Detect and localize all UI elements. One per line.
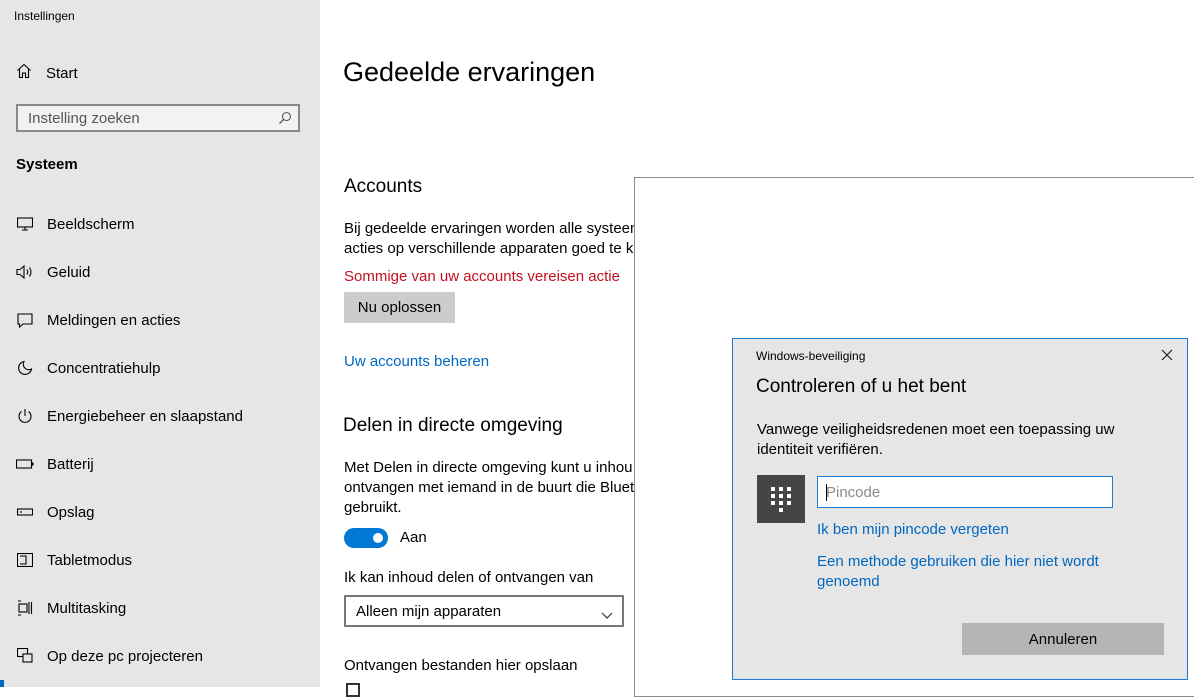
chevron-down-icon (601, 607, 613, 624)
sidebar-item-meldingen[interactable]: Meldingen en acties (0, 296, 320, 344)
accounts-warning: Sommige van uw accounts vereisen actie (344, 268, 620, 285)
multitasking-icon (16, 599, 34, 617)
page-title: Gedeelde ervaringen (343, 57, 596, 87)
sidebar-item-batterij[interactable]: Batterij (0, 440, 320, 488)
battery-icon (16, 455, 34, 473)
search-icon[interactable] (278, 111, 292, 125)
sidebar-item-label: Batterij (47, 455, 94, 473)
other-method-link[interactable]: Een methode gebruiken die hier niet word… (817, 552, 1147, 592)
sidebar-item-opslag[interactable]: Opslag (0, 488, 320, 536)
keypad-icon (757, 475, 805, 523)
sidebar-item-beeldscherm[interactable]: Beeldscherm (0, 200, 320, 248)
close-icon[interactable] (1159, 347, 1175, 363)
text-caret (826, 484, 827, 501)
dialog-caption: Windows-beveiliging (756, 349, 866, 363)
nav-home[interactable]: Start (16, 62, 78, 84)
sidebar-item-projecteren[interactable]: Op deze pc projecteren (0, 632, 320, 680)
fix-now-button[interactable]: Nu oplossen (344, 292, 455, 323)
accounts-description: Bij gedeelde ervaringen worden alle syst… (344, 220, 643, 257)
sidebar-item-label: Beeldscherm (47, 215, 135, 233)
sidebar-item-label: Opslag (47, 503, 95, 521)
moon-icon (16, 359, 34, 377)
speaker-icon (16, 263, 34, 281)
sidebar-item-label: Multitasking (47, 599, 127, 617)
accounts-heading: Accounts (344, 176, 423, 197)
monitor-icon (16, 215, 34, 233)
sidebar-item-label: Tabletmodus (47, 551, 133, 569)
sidebar-item-tabletmodus[interactable]: Tabletmodus (0, 536, 320, 584)
nearby-toggle-label: Aan (400, 529, 427, 546)
search-box[interactable] (16, 104, 300, 132)
cancel-button[interactable]: Annuleren (962, 623, 1164, 655)
sidebar-item-geluid[interactable]: Geluid (0, 248, 320, 296)
share-from-label: Ik kan inhoud delen of ontvangen van (344, 569, 594, 586)
nav-home-label: Start (46, 64, 78, 82)
forgot-pin-link[interactable]: Ik ben mijn pincode vergeten (817, 520, 1009, 540)
sidebar-item-label: Op deze pc projecteren (47, 647, 203, 665)
save-location-checkbox[interactable] (346, 683, 360, 697)
power-icon (16, 407, 34, 425)
dialog-title: Controleren of u het bent (756, 376, 967, 397)
sidebar-item-label: Energiebeheer en slaapstand (47, 407, 243, 425)
nearby-description: Met Delen in directe omgeving kunt u inh… (344, 459, 635, 516)
sidebar-item-multitasking[interactable]: Multitasking (0, 584, 320, 632)
dialog-text: Vanwege veiligheidsredenen moet een toep… (757, 421, 1115, 458)
sidebar-item-energiebeheer[interactable]: Energiebeheer en slaapstand (0, 392, 320, 440)
toggle-knob (373, 533, 383, 543)
sidebar: Instellingen Start Systeem Beeldscherm G… (0, 0, 320, 687)
share-from-value: Alleen mijn apparaten (356, 603, 502, 620)
save-location-label: Ontvangen bestanden hier opslaan (344, 657, 578, 674)
storage-icon (16, 503, 34, 521)
search-input[interactable] (18, 106, 278, 130)
sidebar-item-label: Geluid (47, 263, 91, 281)
app-title: Instellingen (14, 9, 75, 23)
share-from-select[interactable]: Alleen mijn apparaten (344, 595, 624, 627)
sidebar-item-label: Meldingen en acties (47, 311, 181, 329)
sidebar-item-label: Concentratiehulp (47, 359, 161, 377)
nearby-toggle[interactable] (344, 528, 388, 548)
home-icon (16, 63, 32, 84)
nearby-heading: Delen in directe omgeving (343, 415, 563, 436)
project-icon (16, 647, 34, 665)
nav-list: Beeldscherm Geluid Meldingen en acties C… (0, 200, 320, 680)
manage-accounts-link[interactable]: Uw accounts beheren (344, 353, 489, 370)
notification-icon (16, 311, 34, 329)
tablet-icon (16, 551, 34, 569)
pin-input[interactable] (818, 478, 1106, 506)
section-label: Systeem (16, 156, 78, 173)
selection-indicator (0, 680, 4, 687)
pin-field[interactable] (817, 476, 1113, 508)
sidebar-item-concentratiehulp[interactable]: Concentratiehulp (0, 344, 320, 392)
security-dialog: Windows-beveiliging Controleren of u het… (732, 338, 1188, 680)
